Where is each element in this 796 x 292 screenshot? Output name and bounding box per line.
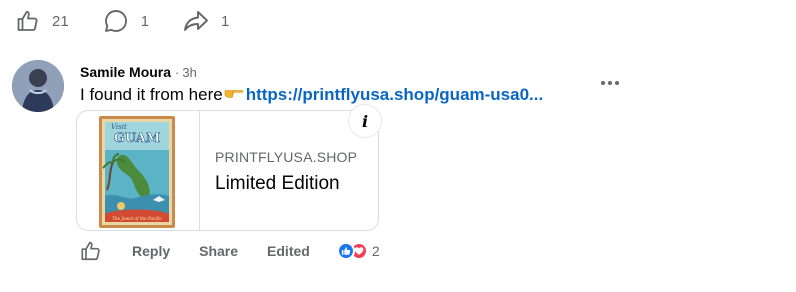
like-count: 21 <box>52 12 69 30</box>
preview-domain: PRINTFLYUSA.SHOP <box>215 149 358 165</box>
comment-link[interactable]: https://printflyusa.shop/guam-usa0... <box>246 85 544 104</box>
edited-label[interactable]: Edited <box>267 243 310 259</box>
comment-actions: Reply Share Edited 2 <box>80 240 380 262</box>
poster-visit-text: Visit <box>111 123 127 131</box>
share-button[interactable]: Share <box>199 243 238 259</box>
info-icon-label: i <box>361 111 369 131</box>
comment-header: Samile Moura · 3h <box>80 64 197 80</box>
like-reaction-icon <box>336 242 355 260</box>
share-arrow-icon <box>184 11 208 31</box>
reaction-count: 2 <box>371 243 380 259</box>
comment-text: I found it from here <box>80 85 223 104</box>
poster-tagline-text: The Jewel of the Pacific <box>112 216 162 221</box>
author-name[interactable]: Samile Moura <box>80 64 171 80</box>
dot-separator: · <box>175 65 180 80</box>
preview-title: Limited Edition <box>215 173 340 194</box>
post-stats-bar: 21 1 1 <box>16 6 263 36</box>
avatar[interactable] <box>12 60 64 112</box>
comment-section: 21 1 1 Samile Moura · 3h I found it from… <box>0 0 796 292</box>
comment-timestamp[interactable]: 3h <box>182 65 196 80</box>
comment-count: 1 <box>140 12 150 30</box>
info-icon[interactable]: i <box>348 104 382 138</box>
share-stat-button[interactable]: 1 <box>183 8 229 34</box>
guam-poster-thumbnail: Visit GUAM The Jewel of the Pacific <box>99 116 175 228</box>
like-stat-button[interactable]: 21 <box>16 9 69 33</box>
comment-bubble-icon <box>104 10 127 32</box>
avatar-photo <box>12 60 64 112</box>
pointing-hand-emoji-icon <box>224 90 244 98</box>
comment-stat-button[interactable]: 1 <box>103 8 149 34</box>
more-options-icon[interactable] <box>601 81 622 85</box>
reply-button[interactable]: Reply <box>132 243 170 259</box>
link-preview-card[interactable]: Visit GUAM The Jewel of the Pacific PRIN… <box>76 110 379 231</box>
poster-guam-text: GUAM <box>114 131 161 146</box>
reaction-summary[interactable]: 2 <box>336 242 380 260</box>
thumbs-up-icon <box>17 10 38 31</box>
share-count: 1 <box>221 12 230 30</box>
like-thumb-icon[interactable] <box>80 240 102 262</box>
preview-thumbnail-frame: Visit GUAM The Jewel of the Pacific <box>77 111 200 230</box>
comment-body: I found it from here https://printflyusa… <box>80 84 543 106</box>
